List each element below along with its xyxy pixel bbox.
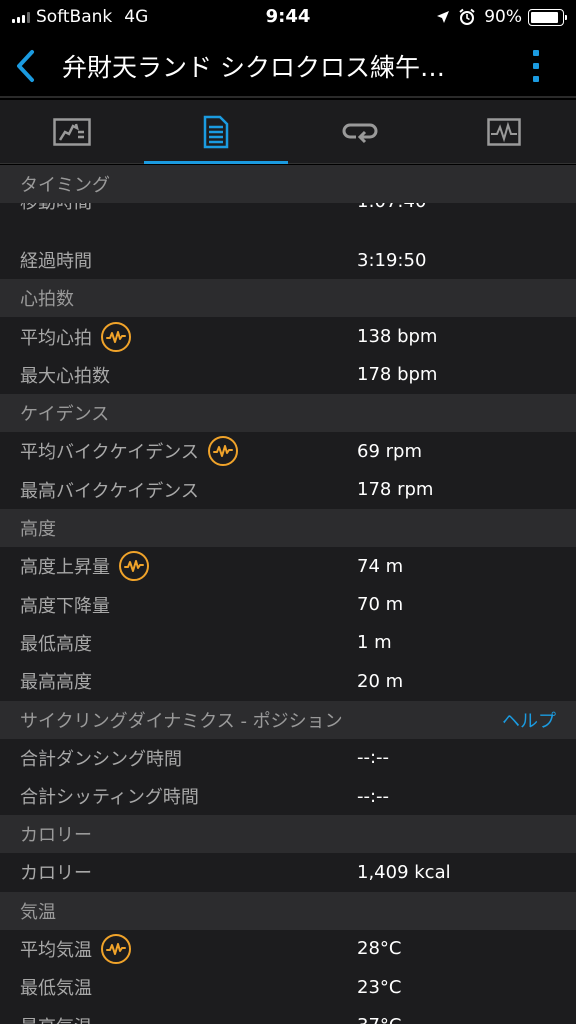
battery-percent: 90% <box>484 7 522 27</box>
stat-label: カロリー <box>20 863 92 885</box>
stat-label: 最大心拍数 <box>20 365 110 387</box>
section-header-cycling-dynamics: サイクリングダイナミクス - ポジション ヘルプ <box>0 700 576 739</box>
partial-row: 移動時間 1:07:40 <box>0 203 576 241</box>
section-header-elevation: 高度 <box>0 508 576 547</box>
stat-label: 最低気温 <box>20 978 92 1000</box>
stat-label: 平均心拍 <box>20 321 131 352</box>
stat-label: 合計ダンシング時間 <box>20 748 182 770</box>
stat-row: 経過時間 3:19:50 <box>0 241 576 279</box>
stat-label: 高度上昇量 <box>20 551 149 582</box>
stat-label: 平均バイクケイデンス <box>20 436 238 467</box>
status-bar: SoftBank 4G 9:44 90% <box>0 0 576 34</box>
stat-label: 高度下降量 <box>20 595 110 617</box>
app-header: 弁財天ランド シクロクロス練午… <box>0 34 576 98</box>
stat-value: 3:19:50 <box>357 249 427 271</box>
stat-value: 69 rpm <box>357 440 422 462</box>
stats-list[interactable]: タイミング 移動時間 1:07:40 経過時間 3:19:50 心拍数 平均心拍… <box>0 165 576 1024</box>
stat-label-text: 平均バイクケイデンス <box>20 442 199 464</box>
stat-label: 最高バイクケイデンス <box>20 480 199 502</box>
help-link[interactable]: ヘルプ <box>502 707 556 733</box>
stat-label: 移動時間 <box>20 203 92 214</box>
trend-chart-icon[interactable] <box>101 933 131 964</box>
stat-row: 最低気温 23°C <box>0 968 576 1006</box>
stat-label: 経過時間 <box>20 251 92 273</box>
stat-value: 138 bpm <box>357 326 438 348</box>
battery-fill <box>531 11 558 23</box>
stat-row: 高度下降量 70 m <box>0 585 576 623</box>
stat-row: 平均心拍 138 bpm <box>0 317 576 355</box>
more-menu-button[interactable] <box>528 48 544 84</box>
stat-value: 1 m <box>357 632 392 654</box>
menu-dot <box>533 76 539 82</box>
battery-icon <box>528 8 567 26</box>
stat-value: 37°C <box>357 1015 401 1024</box>
back-button[interactable] <box>10 48 40 84</box>
stat-row: 最高気温 37°C <box>0 1006 576 1024</box>
stat-value: 23°C <box>357 976 402 998</box>
stat-row: 平均気温 28°C <box>0 930 576 968</box>
menu-dot <box>533 63 539 69</box>
tab-bar <box>0 100 576 164</box>
tab-overview[interactable] <box>0 100 144 163</box>
stat-row: 平均バイクケイデンス 69 rpm <box>0 432 576 470</box>
section-header-temperature: 気温 <box>0 891 576 930</box>
stat-row: 合計シッティング時間 --:-- <box>0 777 576 815</box>
stat-label-text: 平均気温 <box>20 939 92 961</box>
trend-chart-icon[interactable] <box>207 436 238 467</box>
stat-label-text: 高度上昇量 <box>20 557 110 579</box>
tab-charts[interactable] <box>432 100 576 163</box>
trend-chart-icon[interactable] <box>101 321 131 352</box>
stat-value: --:-- <box>357 785 390 807</box>
trend-chart-icon[interactable] <box>119 551 149 582</box>
stat-row: 合計ダンシング時間 --:-- <box>0 739 576 777</box>
activity-title: 弁財天ランド シクロクロス練午… <box>62 53 445 82</box>
stat-row: 最高高度 20 m <box>0 662 576 700</box>
stat-value: 20 m <box>357 670 404 692</box>
stat-value: --:-- <box>357 747 390 769</box>
stat-row: カロリー 1,409 kcal <box>0 853 576 891</box>
laps-icon <box>342 123 378 143</box>
overview-icon <box>53 117 91 146</box>
stat-value: 74 m <box>357 555 404 577</box>
section-header-timing: タイミング <box>0 165 576 203</box>
stat-row: 移動時間 1:07:40 <box>0 203 576 220</box>
stats-icon <box>203 115 229 148</box>
stat-row: 高度上昇量 74 m <box>0 547 576 585</box>
tab-stats[interactable] <box>144 100 288 164</box>
alarm-icon <box>458 8 476 26</box>
stat-value: 1,409 kcal <box>357 861 451 883</box>
stat-row: 最大心拍数 178 bpm <box>0 356 576 394</box>
stat-row: 最低高度 1 m <box>0 624 576 662</box>
stat-label: 最高高度 <box>20 672 92 694</box>
stat-value: 28°C <box>357 938 402 960</box>
stat-value: 178 bpm <box>357 364 438 386</box>
location-arrow-icon <box>436 10 450 24</box>
charts-icon <box>487 117 521 146</box>
stat-label-text: 平均心拍 <box>20 327 92 349</box>
stat-label: 平均気温 <box>20 933 131 964</box>
section-header-cadence: ケイデンス <box>0 394 576 433</box>
section-header-heart-rate: 心拍数 <box>0 279 576 318</box>
stat-label: 最高気温 <box>20 1013 92 1024</box>
tab-laps[interactable] <box>288 100 432 163</box>
stat-row: 最高バイクケイデンス 178 rpm <box>0 471 576 509</box>
stat-label: 最低高度 <box>20 633 92 655</box>
stat-value: 1:07:40 <box>357 203 426 212</box>
stat-value: 178 rpm <box>357 479 434 501</box>
section-header-calories: カロリー <box>0 815 576 854</box>
status-right: 90% <box>436 7 567 27</box>
chevron-left-icon <box>17 50 34 82</box>
menu-dot <box>533 50 539 56</box>
stat-label: 合計シッティング時間 <box>20 787 199 809</box>
stat-value: 70 m <box>357 594 404 616</box>
